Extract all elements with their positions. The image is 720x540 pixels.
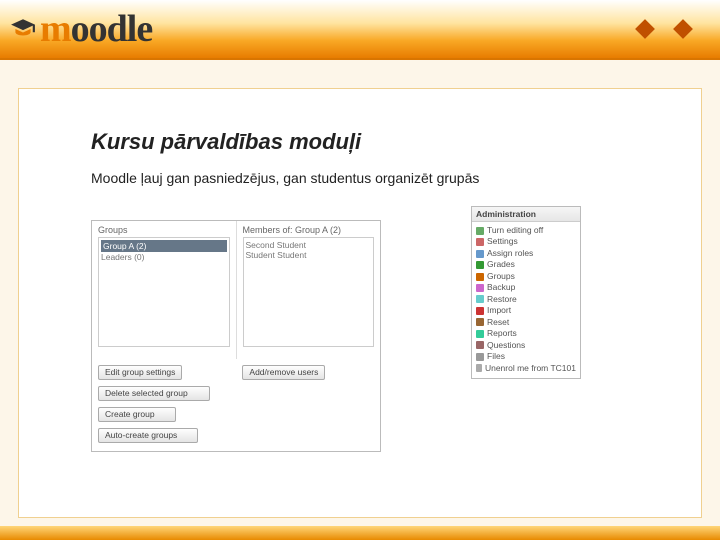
nav-next-icon[interactable] bbox=[673, 19, 693, 39]
brand-logo: moodle bbox=[10, 7, 152, 51]
member-item[interactable]: Student Student bbox=[246, 250, 372, 260]
groups-column-header: Groups bbox=[98, 225, 230, 237]
slide-title: Kursu pārvaldības moduļi bbox=[91, 129, 641, 155]
slide-content: Kursu pārvaldības moduļi Moodle ļauj gan… bbox=[18, 88, 702, 518]
administration-header: Administration bbox=[472, 207, 580, 222]
admin-item-icon bbox=[476, 364, 482, 372]
admin-item[interactable]: Reset bbox=[476, 317, 576, 328]
delete-selected-group-button[interactable]: Delete selected group bbox=[98, 386, 210, 401]
admin-item-label: Reset bbox=[487, 317, 509, 328]
groups-column: Groups Group A (2) Leaders (0) bbox=[92, 221, 237, 359]
admin-item[interactable]: Backup bbox=[476, 282, 576, 293]
admin-item-icon bbox=[476, 284, 484, 292]
admin-item-icon bbox=[476, 261, 484, 269]
create-group-button[interactable]: Create group bbox=[98, 407, 176, 422]
members-column: Members of: Group A (2) Second Student S… bbox=[237, 221, 381, 359]
group-item[interactable]: Leaders (0) bbox=[101, 252, 227, 262]
admin-item-label: Turn editing off bbox=[487, 225, 543, 236]
nav-prev-icon[interactable] bbox=[635, 19, 655, 39]
admin-item-icon bbox=[476, 353, 484, 361]
admin-item[interactable]: Questions bbox=[476, 340, 576, 351]
add-remove-users-button[interactable]: Add/remove users bbox=[242, 365, 325, 380]
admin-item[interactable]: Import bbox=[476, 305, 576, 316]
admin-item[interactable]: Settings bbox=[476, 236, 576, 247]
admin-item[interactable]: Restore bbox=[476, 294, 576, 305]
group-buttons: Edit group settings Add/remove users Del… bbox=[92, 359, 380, 451]
admin-item-label: Restore bbox=[487, 294, 517, 305]
admin-item-label: Grades bbox=[487, 259, 515, 270]
groups-listbox[interactable]: Group A (2) Leaders (0) bbox=[98, 237, 230, 347]
admin-item[interactable]: Turn editing off bbox=[476, 225, 576, 236]
admin-item-label: Questions bbox=[487, 340, 525, 351]
auto-create-groups-button[interactable]: Auto-create groups bbox=[98, 428, 198, 443]
admin-item-icon bbox=[476, 295, 484, 303]
admin-item-icon bbox=[476, 273, 484, 281]
admin-item-icon bbox=[476, 341, 484, 349]
admin-item-label: Files bbox=[487, 351, 505, 362]
admin-item-label: Settings bbox=[487, 236, 518, 247]
nav-controls bbox=[638, 22, 690, 36]
members-column-header: Members of: Group A (2) bbox=[243, 225, 375, 237]
admin-item-label: Import bbox=[487, 305, 511, 316]
group-item-selected[interactable]: Group A (2) bbox=[101, 240, 227, 252]
administration-list: Turn editing offSettingsAssign rolesGrad… bbox=[472, 222, 580, 378]
admin-item[interactable]: Reports bbox=[476, 328, 576, 339]
edit-group-settings-button[interactable]: Edit group settings bbox=[98, 365, 182, 380]
administration-block: Administration Turn editing offSettingsA… bbox=[471, 206, 581, 379]
footer-strip bbox=[0, 526, 720, 540]
admin-item-icon bbox=[476, 307, 484, 315]
admin-item-icon bbox=[476, 318, 484, 326]
admin-item-icon bbox=[476, 250, 484, 258]
admin-item-label: Backup bbox=[487, 282, 515, 293]
admin-item[interactable]: Unenrol me from TC101 bbox=[476, 363, 576, 374]
admin-item-icon bbox=[476, 227, 484, 235]
brand-text: moodle bbox=[40, 7, 152, 51]
admin-item[interactable]: Assign roles bbox=[476, 248, 576, 259]
admin-item-label: Reports bbox=[487, 328, 517, 339]
slide-body-text: Moodle ļauj gan pasniedzējus, gan studen… bbox=[91, 169, 511, 188]
member-item[interactable]: Second Student bbox=[246, 240, 372, 250]
admin-item-label: Assign roles bbox=[487, 248, 533, 259]
admin-item-label: Groups bbox=[487, 271, 515, 282]
admin-item[interactable]: Files bbox=[476, 351, 576, 362]
header-bar: moodle bbox=[0, 0, 720, 60]
admin-item-icon bbox=[476, 238, 484, 246]
admin-item-label: Unenrol me from TC101 bbox=[485, 363, 576, 374]
groups-panel: Groups Group A (2) Leaders (0) Members o… bbox=[91, 220, 381, 452]
graduation-cap-icon bbox=[10, 16, 36, 42]
admin-item[interactable]: Groups bbox=[476, 271, 576, 282]
admin-item[interactable]: Grades bbox=[476, 259, 576, 270]
members-listbox[interactable]: Second Student Student Student bbox=[243, 237, 375, 347]
admin-item-icon bbox=[476, 330, 484, 338]
